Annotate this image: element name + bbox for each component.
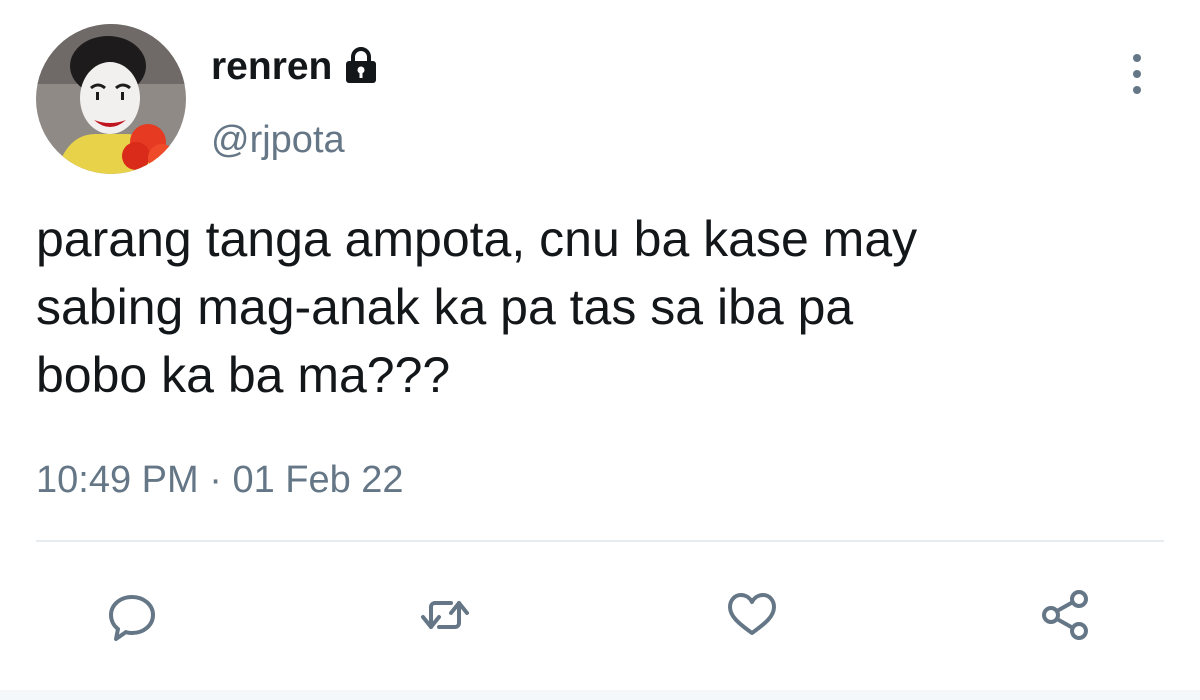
- divider: [36, 540, 1164, 542]
- reply-button[interactable]: [97, 580, 167, 650]
- display-name-row: renren: [211, 42, 382, 92]
- heart-icon: [728, 593, 776, 635]
- lock-icon: [340, 44, 382, 86]
- tweet-timestamp[interactable]: 10:49 PM · 01 Feb 22: [36, 455, 404, 505]
- display-name[interactable]: renren: [211, 42, 332, 92]
- tweet-time: 10:49 PM: [36, 459, 199, 501]
- retweet-button[interactable]: [410, 580, 480, 650]
- share-icon: [1042, 590, 1088, 640]
- tweet-text: parang tanga ampota, cnu ba kase may sab…: [36, 211, 918, 403]
- tweet-card: renren @rjpota parang tanga ampota, cnu …: [0, 0, 1200, 700]
- action-bar: [0, 580, 1200, 650]
- tweet-date: 01 Feb 22: [232, 459, 404, 501]
- bottom-border: [0, 690, 1200, 700]
- retweet-icon: [421, 601, 469, 629]
- avatar-image: [36, 24, 186, 174]
- reply-icon: [109, 595, 155, 641]
- like-button[interactable]: [717, 580, 787, 650]
- share-button[interactable]: [1030, 580, 1100, 650]
- timestamp-separator: ·: [209, 459, 222, 501]
- avatar[interactable]: [36, 24, 186, 174]
- user-handle[interactable]: @rjpota: [211, 115, 345, 165]
- more-vertical-icon[interactable]: [1124, 52, 1150, 96]
